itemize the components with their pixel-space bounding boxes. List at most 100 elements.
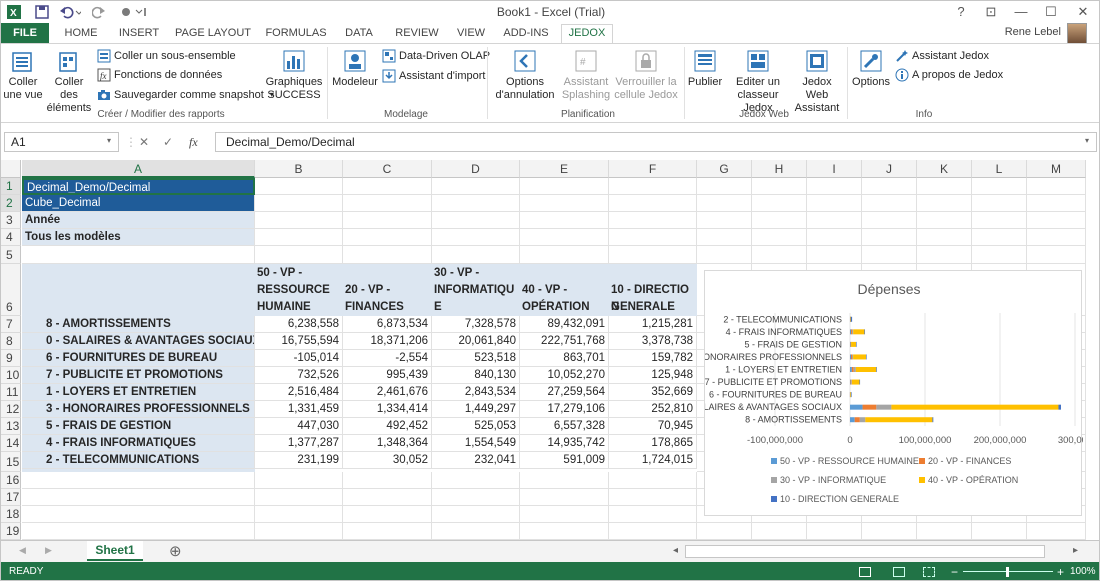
value-cell[interactable]: 1,377,287 [255, 435, 343, 452]
empty-cell[interactable] [752, 523, 807, 540]
tab-sheet1[interactable]: Sheet1 [87, 541, 143, 561]
value-cell[interactable]: 591,009 [520, 452, 609, 469]
empty-cell[interactable] [752, 178, 807, 195]
column-header-d[interactable]: D [432, 160, 520, 178]
row-label[interactable]: 1 - LOYERS ET ENTRETIEN [22, 384, 255, 401]
column-header-g[interactable]: G [697, 160, 752, 178]
value-cell[interactable]: 222,751,768 [520, 333, 609, 350]
value-cell[interactable]: 6,238,558 [255, 316, 343, 333]
empty-cell[interactable] [22, 472, 255, 489]
page-break-view-icon[interactable] [923, 567, 935, 577]
formula-input[interactable]: Decimal_Demo/Decimal [215, 132, 1097, 152]
sheet-next-icon[interactable]: ▶ [45, 545, 52, 556]
row-label[interactable]: 4 - FRAIS INFORMATIQUES [22, 435, 255, 452]
empty-cell[interactable] [255, 472, 343, 489]
row-label[interactable]: 5 - FRAIS DE GESTION [22, 418, 255, 435]
row-header-16[interactable]: 16 [1, 472, 21, 489]
empty-cell[interactable] [520, 212, 609, 229]
empty-cell[interactable] [609, 472, 697, 489]
empty-cell[interactable] [432, 229, 520, 246]
empty-cell[interactable] [1027, 195, 1086, 212]
cell-a4[interactable]: Tous les modèles [22, 229, 255, 246]
tab-page-layout[interactable]: PAGE LAYOUT [171, 25, 255, 43]
value-cell[interactable]: 89,432,091 [520, 316, 609, 333]
row-label[interactable]: 2 - TELECOMMUNICATIONS [22, 452, 255, 469]
empty-cell[interactable] [917, 178, 972, 195]
row-label[interactable]: 3 - HONORAIRES PROFESSIONNELS [22, 401, 255, 418]
empty-cell[interactable] [697, 212, 752, 229]
value-cell[interactable]: 232,041 [432, 452, 520, 469]
empty-cell[interactable] [862, 195, 917, 212]
coller-elements-button[interactable]: Coller des éléments [45, 48, 93, 115]
value-cell[interactable]: 18,371,206 [343, 333, 432, 350]
maximize-button[interactable]: ☐ [1037, 1, 1065, 23]
verrouiller-cellule-button[interactable]: Verrouiller la cellule Jedox [613, 48, 679, 102]
value-cell[interactable]: 352,669 [609, 384, 697, 401]
empty-cell[interactable] [520, 229, 609, 246]
empty-cell[interactable] [862, 523, 917, 540]
name-box[interactable]: A1 [4, 132, 119, 152]
column-header-h[interactable]: H [752, 160, 807, 178]
value-cell[interactable]: 1,334,414 [343, 401, 432, 418]
empty-cell[interactable] [609, 489, 697, 506]
empty-cell[interactable] [343, 523, 432, 540]
minimize-button[interactable]: — [1007, 1, 1035, 23]
row-label[interactable]: 0 - SALAIRES & AVANTAGES SOCIAUX [22, 333, 255, 350]
header-col-d[interactable]: 30 - VP - INFORMATIQU E [432, 264, 520, 316]
row-header-10[interactable]: 10 [1, 367, 21, 384]
tab-add-ins[interactable]: ADD-INS [497, 25, 555, 43]
empty-cell[interactable] [807, 246, 862, 264]
empty-cell[interactable] [255, 178, 343, 195]
column-header-k[interactable]: K [917, 160, 972, 178]
value-cell[interactable]: 1,724,015 [609, 452, 697, 469]
empty-cell[interactable] [432, 506, 520, 523]
coller-sous-ensemble-button[interactable]: Coller un sous-ensemble [97, 48, 236, 64]
empty-cell[interactable] [1027, 229, 1086, 246]
value-cell[interactable]: -2,554 [343, 350, 432, 367]
empty-cell[interactable] [917, 523, 972, 540]
value-cell[interactable]: -105,014 [255, 350, 343, 367]
empty-cell[interactable] [752, 229, 807, 246]
assistant-splashing-button[interactable]: # Assistant Splashing [561, 48, 611, 102]
tab-data[interactable]: DATA [337, 25, 381, 43]
value-cell[interactable]: 10,052,270 [520, 367, 609, 384]
value-cell[interactable]: 1,215,281 [609, 316, 697, 333]
cell-a1[interactable]: Decimal_Demo/Decimal [22, 178, 255, 195]
empty-cell[interactable] [432, 489, 520, 506]
row-header-17[interactable]: 17 [1, 489, 21, 506]
empty-cell[interactable] [697, 246, 752, 264]
value-cell[interactable]: 6,557,328 [520, 418, 609, 435]
row-header-3[interactable]: 3 [1, 212, 21, 229]
insert-function-icon[interactable]: fx [189, 132, 198, 152]
empty-cell[interactable] [22, 523, 255, 540]
empty-cell[interactable] [752, 246, 807, 264]
row-header-12[interactable]: 12 [1, 401, 21, 418]
empty-cell[interactable] [343, 178, 432, 195]
empty-cell[interactable] [862, 212, 917, 229]
value-cell[interactable]: 1,331,459 [255, 401, 343, 418]
empty-cell[interactable] [609, 246, 697, 264]
value-cell[interactable]: 525,053 [432, 418, 520, 435]
empty-cell[interactable] [1027, 523, 1086, 540]
tab-home[interactable]: HOME [57, 25, 105, 43]
header-col-b[interactable]: 50 - VP - RESSOURCE HUMAINE [255, 264, 343, 316]
empty-cell[interactable] [520, 246, 609, 264]
empty-cell[interactable] [22, 246, 255, 264]
cell-a3[interactable]: Année [22, 212, 255, 229]
empty-cell[interactable] [432, 212, 520, 229]
row-header-8[interactable]: 8 [1, 333, 21, 350]
value-cell[interactable]: 16,755,594 [255, 333, 343, 350]
tab-review[interactable]: REVIEW [389, 25, 445, 43]
empty-cell[interactable] [343, 212, 432, 229]
empty-cell[interactable] [917, 246, 972, 264]
empty-cell[interactable] [807, 229, 862, 246]
row-header-2[interactable]: 2 [1, 195, 21, 212]
empty-cell[interactable] [520, 472, 609, 489]
coller-vue-button[interactable]: Coller une vue [3, 48, 43, 102]
expand-formula-icon[interactable]: ▾ [1085, 136, 1089, 145]
value-cell[interactable]: 840,130 [432, 367, 520, 384]
row-header-6[interactable]: 6 [1, 264, 21, 316]
value-cell[interactable]: 1,348,364 [343, 435, 432, 452]
value-cell[interactable]: 30,052 [343, 452, 432, 469]
value-cell[interactable]: 3,378,738 [609, 333, 697, 350]
